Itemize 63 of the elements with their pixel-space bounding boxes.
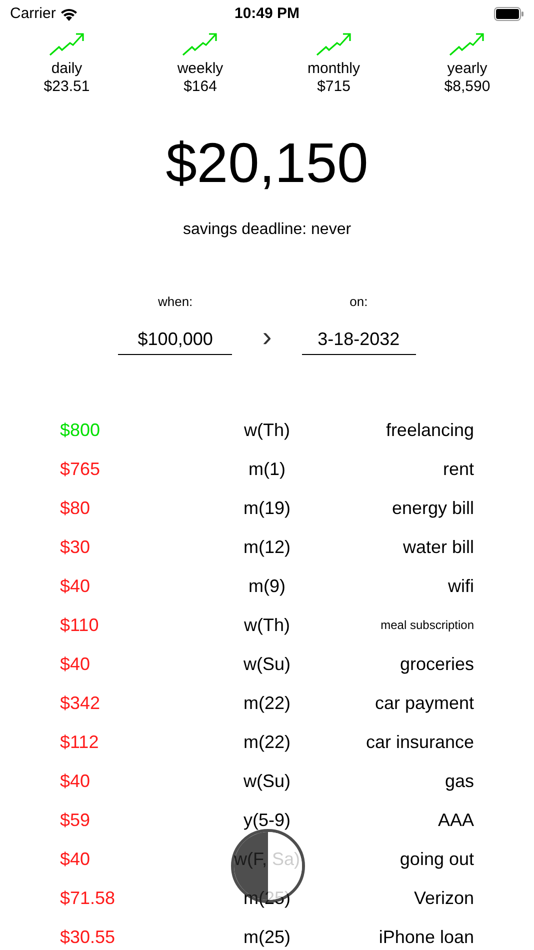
entry-amount: $80 xyxy=(60,496,90,520)
entry-name: water bill xyxy=(402,536,474,558)
entry-amount: $30.55 xyxy=(60,926,116,948)
on-label: on: xyxy=(350,293,368,311)
entry-amount: $40 xyxy=(60,652,90,676)
entry-schedule: m(22) xyxy=(243,730,290,754)
period-amount: $164 xyxy=(184,78,217,96)
entry-amount: $71.58 xyxy=(60,886,116,910)
entry-name: going out xyxy=(400,848,474,871)
trend-up-icon xyxy=(316,32,352,56)
period-label: yearly xyxy=(447,60,488,78)
entry-name: Verizon xyxy=(414,886,474,910)
entry-amount: $800 xyxy=(60,418,100,442)
wifi-icon xyxy=(60,8,78,20)
entry-amount: $40 xyxy=(60,848,90,870)
target-amount-field[interactable]: $100,000 xyxy=(118,312,232,354)
period-label: weekly xyxy=(177,60,224,78)
entry-schedule: w(Su) xyxy=(243,770,290,793)
entry-name: AAA xyxy=(438,808,474,832)
period-label: daily xyxy=(51,60,82,78)
entry-name: car insurance xyxy=(366,730,474,754)
balance-amount: $20,150 xyxy=(166,130,368,196)
chevron-icon: › xyxy=(262,322,272,354)
entry-name: gas xyxy=(444,770,474,793)
entry-schedule: m(22) xyxy=(243,692,290,715)
entry-name: rent xyxy=(442,458,474,480)
period-label: monthly xyxy=(307,60,360,78)
entry-amount: $40 xyxy=(60,770,90,792)
clock: 10:49 PM xyxy=(234,4,300,24)
entry-amount: $342 xyxy=(60,692,100,714)
period-amount: $23.51 xyxy=(44,78,90,96)
deadline-text: savings deadline: never xyxy=(182,220,352,240)
entry-amount: $112 xyxy=(60,730,99,754)
battery-icon xyxy=(494,7,524,21)
when-label: when: xyxy=(158,293,193,311)
entry-name: freelancing xyxy=(386,418,474,442)
entry-name: groceries xyxy=(400,652,474,676)
entry-schedule: m(12) xyxy=(243,536,290,559)
entry-schedule: m(19) xyxy=(243,496,290,520)
entry-amount: $59 xyxy=(60,808,90,832)
entry-schedule: y(5-9) xyxy=(243,808,290,832)
entry-amount: $110 xyxy=(60,614,99,636)
entry-schedule: w(Th) xyxy=(244,614,290,637)
target-date-field[interactable]: 3-18-2032 xyxy=(302,312,416,354)
entry-schedule: m(9) xyxy=(248,574,286,598)
entry-name: meal subscription xyxy=(380,617,474,634)
entry-schedule: w(Th) xyxy=(244,418,290,442)
entry-schedule: w(Su) xyxy=(243,652,290,676)
entry-schedule: m(1) xyxy=(248,458,286,481)
trend-up-icon xyxy=(182,32,218,56)
period-amount: $8,590 xyxy=(444,78,490,96)
entry-name: energy bill xyxy=(392,496,474,520)
entry-schedule: m(25) xyxy=(243,926,290,949)
trend-up-icon xyxy=(48,32,85,56)
entry-name: wifi xyxy=(448,574,474,598)
trend-up-icon xyxy=(449,32,486,56)
entry-name: car payment xyxy=(374,692,474,715)
entry-amount: $30 xyxy=(60,536,90,558)
entry-amount: $765 xyxy=(60,458,100,480)
entry-amount: $40 xyxy=(60,574,90,598)
carrier-label: Carrier xyxy=(10,4,56,24)
period-amount: $715 xyxy=(317,78,350,96)
entry-name: iPhone loan xyxy=(378,926,474,948)
